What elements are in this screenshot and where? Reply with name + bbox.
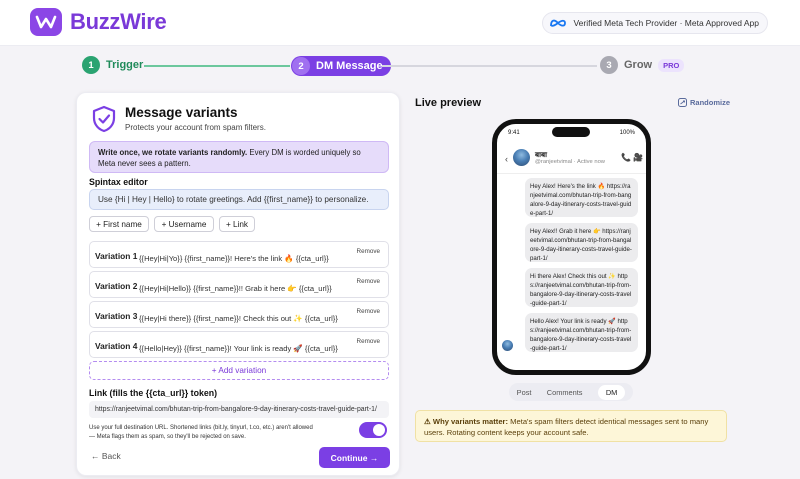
- card-subtitle: Protects your account from spam filters.: [125, 123, 266, 132]
- step-label: DM Message: [316, 60, 383, 72]
- variation-text[interactable]: {{Hey|Hi there}} {{first_name}}! Check t…: [139, 314, 338, 323]
- message-bubble: Hey Alex!! Grab it here 👉 https://ranjee…: [525, 223, 638, 262]
- shield-check-icon: [92, 105, 116, 133]
- message-bubble: Hi there Alex! Check this out ✨ https://…: [525, 268, 638, 307]
- spintax-input[interactable]: Use {Hi | Hey | Hello} to rotate greetin…: [89, 189, 389, 210]
- variation-row[interactable]: Variation 2 {{Hey|Hi|Hello}} {{first_nam…: [89, 271, 389, 298]
- step-trigger[interactable]: 1 Trigger: [82, 56, 143, 74]
- remove-variation-button[interactable]: Remove: [357, 248, 380, 255]
- live-preview-title: Live preview: [415, 97, 482, 109]
- status-bar: 9:41 100%: [508, 130, 635, 136]
- step-label: Grow: [624, 59, 653, 71]
- randomize-button[interactable]: Randomize: [678, 98, 730, 107]
- back-button[interactable]: ← Back: [91, 451, 121, 461]
- message-bubble: Hey Alex! Here's the link 🔥 https://ranj…: [525, 178, 638, 217]
- video-call-icon[interactable]: 📞: [621, 153, 631, 162]
- variation-text[interactable]: {{Hey|Hi|Hello}} {{first_name}}!! Grab i…: [139, 284, 332, 293]
- add-variation-button[interactable]: + Add variation: [89, 361, 389, 380]
- tab-comments[interactable]: Comments: [547, 388, 583, 397]
- spintax-value: Use {Hi | Hey | Hello} to rotate greetin…: [98, 195, 369, 204]
- card-title: Message variants: [125, 105, 238, 120]
- remove-variation-button[interactable]: Remove: [357, 308, 380, 315]
- top-bar: BuzzWire Verified Meta Tech Provider · M…: [0, 0, 800, 46]
- step-dm-message[interactable]: 2 DM Message: [291, 56, 391, 76]
- brand-name: BuzzWire: [70, 9, 167, 34]
- warning-bold: ⚠ Why variants matter:: [424, 417, 509, 426]
- verified-badge: Verified Meta Tech Provider · Meta Appro…: [542, 12, 768, 34]
- variation-label: Variation 4: [95, 341, 138, 351]
- variation-text[interactable]: {{Hello|Hey}} {{first_name}}! Your link …: [139, 344, 338, 353]
- link-value: https://ranjeetvimal.com/bhutan-trip-fro…: [95, 406, 377, 413]
- verified-text: Verified Meta Tech Provider · Meta Appro…: [573, 18, 759, 28]
- shuffle-icon: [678, 98, 687, 107]
- variation-row[interactable]: Variation 3 {{Hey|Hi there}} {{first_nam…: [89, 301, 389, 328]
- pro-badge: PRO: [658, 58, 685, 72]
- variation-label: Variation 3: [95, 311, 138, 321]
- remove-variation-button[interactable]: Remove: [357, 338, 380, 345]
- variants-warning: ⚠ Why variants matter: Meta's spam filte…: [415, 410, 727, 442]
- tab-dm[interactable]: DM: [597, 384, 626, 400]
- variation-row[interactable]: Variation 4 {{Hello|Hey}} {{first_name}}…: [89, 331, 389, 358]
- progress-stepper: 1 Trigger 2 DM Message 3 Grow PRO: [82, 56, 685, 76]
- message-variants-card: Message variants Protects your account f…: [76, 92, 400, 476]
- step-grow[interactable]: 3 Grow PRO: [600, 56, 685, 74]
- step-label: Trigger: [106, 59, 144, 71]
- step-connector: [382, 65, 597, 67]
- info-banner: Write once, we rotate variants randomly.…: [89, 141, 389, 173]
- brand-logo[interactable]: BuzzWire: [30, 8, 167, 36]
- variation-row[interactable]: Variation 1 {{Hey|Hi|Yo}} {{first_name}}…: [89, 241, 389, 268]
- link-toggle[interactable]: [359, 422, 387, 438]
- randomize-label: Randomize: [690, 98, 731, 107]
- preview-tabs: Post Comments DM: [509, 383, 633, 401]
- sender-avatar: [502, 340, 513, 351]
- insert-first-name-button[interactable]: + First name: [89, 216, 149, 232]
- variation-label: Variation 2: [95, 281, 138, 291]
- link-label: Link (fills the {{cta_url}} token): [89, 388, 218, 398]
- chevron-left-icon[interactable]: ‹: [505, 154, 508, 164]
- toggle-knob: [373, 424, 385, 436]
- camera-icon[interactable]: 🎥: [633, 153, 643, 162]
- insert-link-button[interactable]: + Link: [219, 216, 255, 232]
- insert-username-button[interactable]: + Username: [154, 216, 214, 232]
- step-number: 1: [82, 56, 100, 74]
- info-bold: Write once, we rotate variants randomly.: [98, 148, 248, 157]
- tab-post[interactable]: Post: [517, 388, 532, 397]
- step-connector: [144, 65, 290, 67]
- spintax-label: Spintax editor: [89, 177, 148, 187]
- link-input[interactable]: https://ranjeetvimal.com/bhutan-trip-fro…: [89, 401, 389, 418]
- link-note: Use your full destination URL. Shortened…: [89, 425, 313, 440]
- step-number: 2: [292, 57, 310, 75]
- continue-button[interactable]: Continue →: [319, 447, 390, 468]
- phone-mockup: 9:41 100% ‹ 📞 🎥 बाबा @ranjeetvimal · Act…: [492, 119, 651, 375]
- avatar: [513, 149, 530, 166]
- remove-variation-button[interactable]: Remove: [357, 278, 380, 285]
- logo-icon: [30, 8, 62, 36]
- status-battery: 100%: [619, 130, 635, 136]
- meta-icon: [550, 19, 567, 27]
- variation-text[interactable]: {{Hey|Hi|Yo}} {{first_name}}! Here's the…: [139, 254, 329, 263]
- status-time: 9:41: [508, 130, 520, 136]
- message-bubble: Hello Alex! Your link is ready 🚀 https:/…: [525, 313, 638, 352]
- variation-label: Variation 1: [95, 251, 138, 261]
- step-number: 3: [600, 56, 618, 74]
- contact-username: @ranjeetvimal · Active now: [535, 159, 605, 165]
